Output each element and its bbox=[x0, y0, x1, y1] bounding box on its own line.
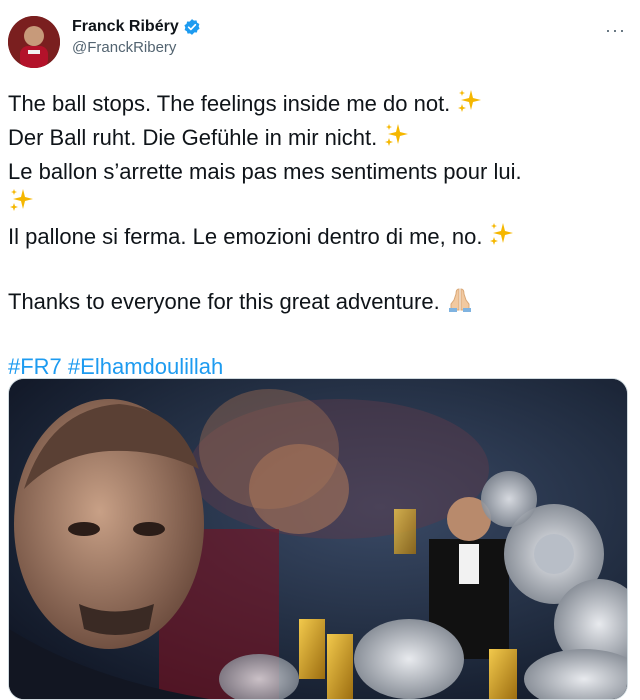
tweet-line-en: The ball stops. The feelings inside me d… bbox=[8, 88, 626, 122]
tweet-text: The ball stops. The feelings inside me d… bbox=[8, 88, 626, 382]
folded-hands-icon bbox=[446, 286, 474, 320]
sparkles-icon bbox=[8, 187, 34, 221]
sparkles-icon bbox=[488, 221, 514, 255]
tweet-line-fr-emoji bbox=[8, 187, 626, 221]
tweet-line-fr: Le ballon s’arrette mais pas mes sentime… bbox=[8, 159, 522, 184]
handle[interactable]: @FranckRibery bbox=[72, 39, 201, 56]
avatar[interactable] bbox=[8, 16, 60, 68]
tweet-line-it: Il pallone si ferma. Le emozioni dentro … bbox=[8, 221, 626, 255]
tweet-line-de: Der Ball ruht. Die Gefühle in mir nicht. bbox=[8, 122, 626, 156]
display-name[interactable]: Franck Ribéry bbox=[72, 18, 179, 36]
hashtag-fr7[interactable]: #FR7 bbox=[8, 354, 62, 379]
display-name-row[interactable]: Franck Ribéry bbox=[72, 18, 201, 36]
hashtag-elhamdoulillah[interactable]: #Elhamdoulillah bbox=[68, 354, 223, 379]
tweet-image[interactable] bbox=[8, 378, 628, 700]
verified-badge-icon bbox=[183, 18, 201, 36]
more-options-button[interactable]: ··· bbox=[605, 20, 626, 41]
sparkles-icon bbox=[383, 122, 409, 156]
tweet-header: Franck Ribéry @FranckRibery ··· bbox=[8, 12, 632, 72]
sparkles-icon bbox=[456, 88, 482, 122]
tweet-line-thanks: Thanks to everyone for this great advent… bbox=[8, 286, 626, 320]
